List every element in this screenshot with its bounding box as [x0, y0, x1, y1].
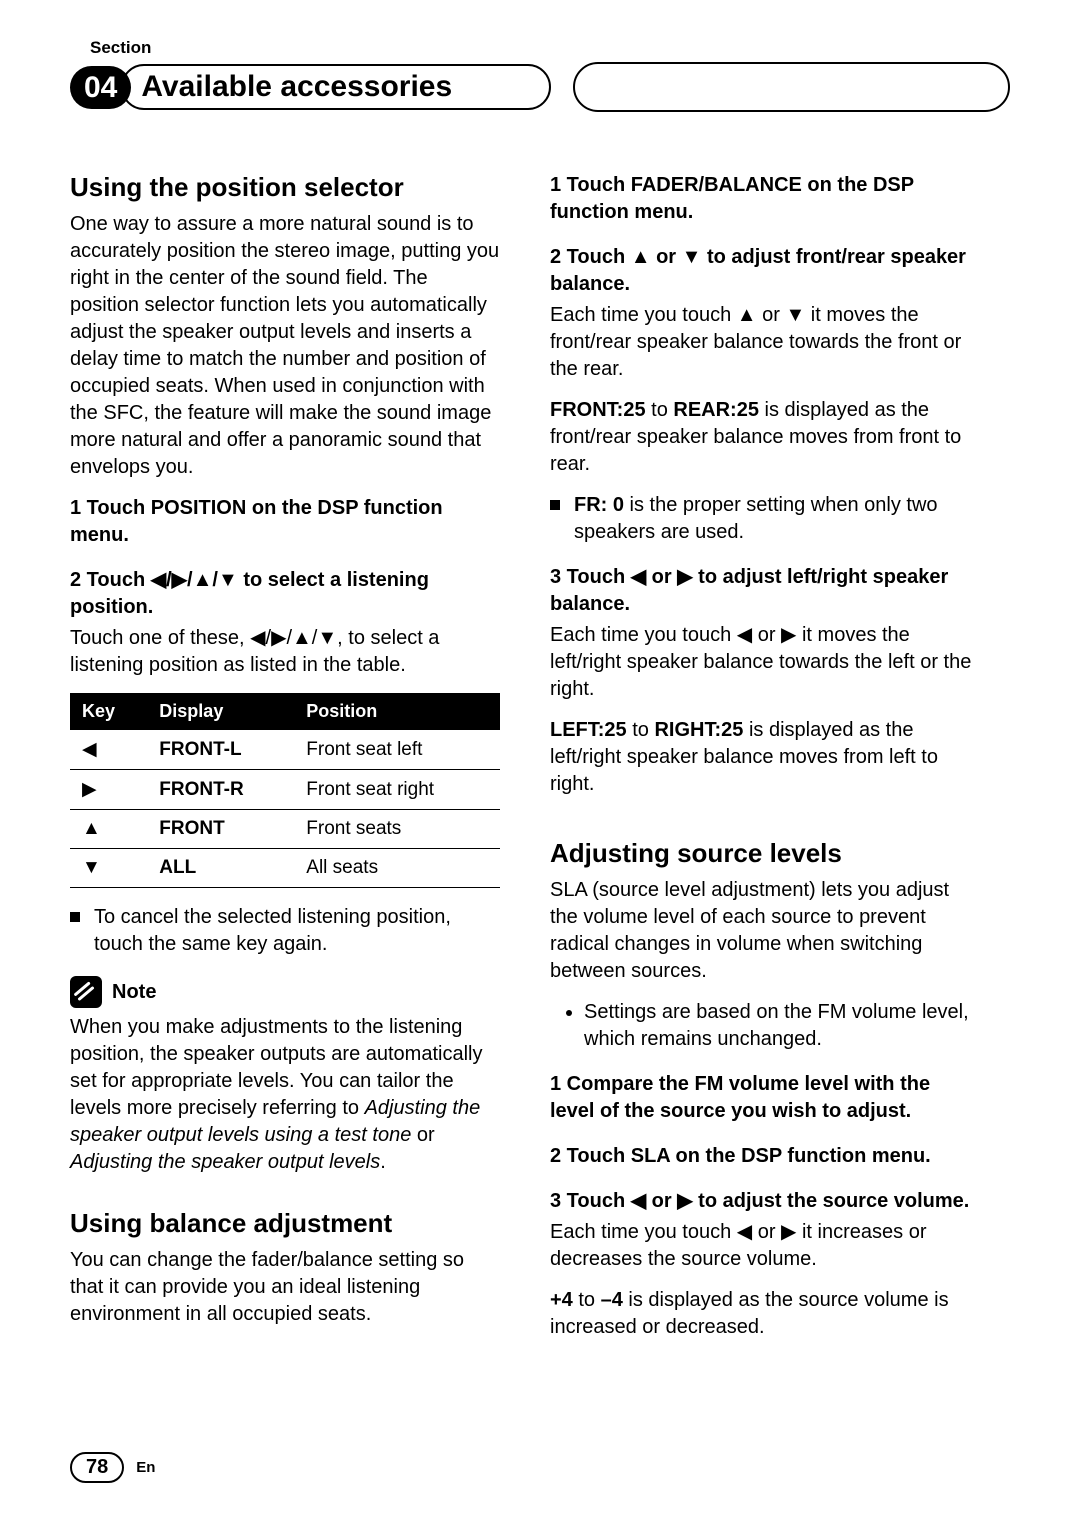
- cell-display: FRONT-L: [147, 730, 294, 770]
- chapter-title: Available accessories: [121, 64, 551, 110]
- heading-sla: Adjusting source levels: [550, 838, 980, 869]
- fr0-text: FR: 0 is the proper setting when only tw…: [574, 492, 980, 546]
- heading-balance: Using balance adjustment: [70, 1208, 500, 1239]
- cancel-note: To cancel the selected listening positio…: [70, 904, 500, 958]
- language-code: En: [136, 1459, 155, 1476]
- para-sla: SLA (source level adjustment) lets you a…: [550, 877, 980, 985]
- table-row: ▶ FRONT-R Front seat right: [70, 770, 500, 810]
- note-header: Note: [70, 976, 500, 1008]
- para-balance: You can change the fader/balance setting…: [70, 1247, 500, 1328]
- cell-position: All seats: [294, 849, 500, 888]
- th-display: Display: [147, 693, 294, 730]
- header-void-pill: [573, 62, 1010, 112]
- list-item: Settings are based on the FM volume leve…: [584, 999, 980, 1053]
- step-bal-3-body: Each time you touch ◀ or ▶ it moves the …: [550, 622, 980, 703]
- cell-position: Front seats: [294, 810, 500, 849]
- page-footer: 78 En: [70, 1452, 155, 1483]
- table-row: ◀ FRONT-L Front seat left: [70, 730, 500, 770]
- table-row: ▲ FRONT Front seats: [70, 810, 500, 849]
- cell-key: ▲: [70, 810, 147, 849]
- fr0-note: FR: 0 is the proper setting when only tw…: [550, 492, 980, 546]
- th-key: Key: [70, 693, 147, 730]
- cell-key: ◀: [70, 730, 147, 770]
- cell-position: Front seat right: [294, 770, 500, 810]
- page-header: 04 Available accessories: [70, 62, 1010, 112]
- table-row: ▼ ALL All seats: [70, 849, 500, 888]
- step-sla-3: 3 Touch ◀ or ▶ to adjust the source volu…: [550, 1188, 980, 1215]
- step-sla-1: 1 Compare the FM volume level with the l…: [550, 1071, 980, 1125]
- sla-bullets: Settings are based on the FM volume leve…: [550, 999, 980, 1053]
- square-bullet-icon: [70, 912, 80, 922]
- cancel-text: To cancel the selected listening positio…: [94, 904, 500, 958]
- cell-position: Front seat left: [294, 730, 500, 770]
- step-bal-1: 1 Touch FADER/BALANCE on the DSP functio…: [550, 172, 980, 226]
- note-body: When you make adjustments to the listeni…: [70, 1014, 500, 1176]
- para-position-intro: One way to assure a more natural sound i…: [70, 211, 500, 481]
- left-column: Using the position selector One way to a…: [70, 172, 500, 1355]
- cell-display: FRONT: [147, 810, 294, 849]
- bal-range-lr: LEFT:25 to RIGHT:25 is displayed as the …: [550, 717, 980, 798]
- sla-range: +4 to –4 is displayed as the source volu…: [550, 1287, 980, 1341]
- section-label: Section: [90, 38, 1010, 58]
- step-pos-2: 2 Touch ◀/▶/▲/▼ to select a listening po…: [70, 567, 500, 621]
- cell-display: ALL: [147, 849, 294, 888]
- heading-position-selector: Using the position selector: [70, 172, 500, 203]
- cell-key: ▼: [70, 849, 147, 888]
- cell-display: FRONT-R: [147, 770, 294, 810]
- step-bal-3: 3 Touch ◀ or ▶ to adjust left/right spea…: [550, 564, 980, 618]
- th-position: Position: [294, 693, 500, 730]
- note-label: Note: [112, 981, 156, 1004]
- step-pos-2-body: Touch one of these, ◀/▶/▲/▼, to select a…: [70, 625, 500, 679]
- step-sla-2: 2 Touch SLA on the DSP function menu.: [550, 1143, 980, 1170]
- step-sla-3-body: Each time you touch ◀ or ▶ it increases …: [550, 1219, 980, 1273]
- step-bal-2-body: Each time you touch ▲ or ▼ it moves the …: [550, 302, 980, 383]
- position-table: Key Display Position ◀ FRONT-L Front sea…: [70, 693, 500, 888]
- square-bullet-icon: [550, 500, 560, 510]
- step-pos-1: 1 Touch POSITION on the DSP function men…: [70, 495, 500, 549]
- pencil-icon: [70, 976, 102, 1008]
- right-column: 1 Touch FADER/BALANCE on the DSP functio…: [550, 172, 980, 1355]
- step-bal-2: 2 Touch ▲ or ▼ to adjust front/rear spea…: [550, 244, 980, 298]
- bal-range-fr: FRONT:25 to REAR:25 is displayed as the …: [550, 397, 980, 478]
- cell-key: ▶: [70, 770, 147, 810]
- page-number: 78: [70, 1452, 124, 1483]
